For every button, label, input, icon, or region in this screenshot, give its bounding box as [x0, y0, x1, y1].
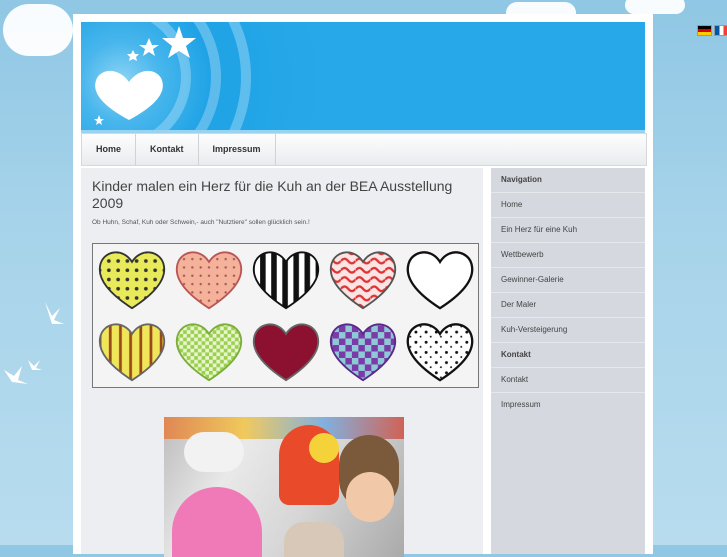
- heart-yellow-stripes-icon: [98, 323, 165, 382]
- birds-icon: [4, 302, 64, 384]
- sidebar-item-versteigerung[interactable]: Kuh-Versteigerung: [491, 317, 645, 342]
- sidebar-item-gewinner[interactable]: Gewinner-Galerie: [491, 267, 645, 292]
- heart-black-dots-icon: [406, 323, 473, 382]
- sidebar-item-wettbewerb[interactable]: Wettbewerb: [491, 242, 645, 267]
- heart-wavy-red-icon: [329, 251, 396, 310]
- main-content: Kinder malen ein Herz für die Kuh an der…: [81, 168, 483, 557]
- heart-white-icon: [406, 251, 473, 310]
- page-subtitle: Ob Huhn, Schaf, Kuh oder Schwein,- auch …: [92, 219, 310, 226]
- sidebar-item-home[interactable]: Home: [491, 192, 645, 217]
- heart-maroon-icon: [252, 323, 319, 382]
- sidebar-nav-heading: Navigation: [501, 175, 542, 184]
- sidebar-item-impressum[interactable]: Impressum: [491, 392, 645, 417]
- language-switcher: [697, 25, 727, 36]
- nav-impressum[interactable]: Impressum: [199, 134, 276, 165]
- heart-green-checkered-icon: [175, 323, 242, 382]
- children-painting-photo: [164, 417, 404, 557]
- cloud-decoration: [3, 4, 73, 56]
- page-wrapper: Home Kontakt Impressum Kinder malen ein …: [73, 14, 653, 557]
- hearts-image: [92, 243, 479, 388]
- sidebar-item-kontakt[interactable]: Kontakt: [491, 367, 645, 392]
- de-flag-icon[interactable]: [697, 25, 712, 36]
- cloud-decoration: [625, 0, 685, 14]
- heart-dotted-yellow-icon: [98, 251, 165, 310]
- main-navigation: Home Kontakt Impressum: [81, 133, 647, 166]
- heart-striped-black-icon: [252, 251, 319, 310]
- sidebar-contact-heading: Kontakt: [491, 342, 645, 367]
- page-title: Kinder malen ein Herz für die Kuh an der…: [92, 178, 453, 211]
- sidebar-item-maler[interactable]: Der Maler: [491, 292, 645, 317]
- heart-peach-icon: [175, 251, 242, 310]
- nav-home[interactable]: Home: [82, 134, 137, 165]
- sidebar-item-herz[interactable]: Ein Herz für eine Kuh: [491, 217, 645, 242]
- stars-icon: [127, 26, 196, 61]
- small-stars-icon: [94, 115, 104, 125]
- nav-kontakt[interactable]: Kontakt: [136, 134, 199, 165]
- header-banner: [81, 22, 645, 133]
- sidebar: Navigation Home Ein Herz für eine Kuh We…: [491, 168, 645, 554]
- fr-flag-icon[interactable]: [714, 25, 727, 36]
- heart-purple-checkered-icon: [329, 323, 396, 382]
